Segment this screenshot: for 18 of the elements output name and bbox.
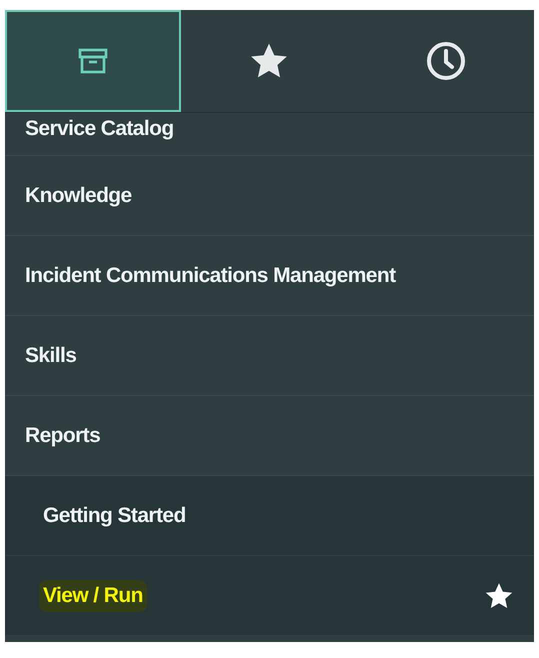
menu-label: Service Catalog [25, 117, 174, 141]
menu-label: Reports [25, 424, 100, 448]
clock-icon [424, 40, 467, 82]
menu-label: View / Run [39, 580, 147, 612]
archive-box-icon [78, 48, 108, 74]
menu-item[interactable]: Skills [5, 316, 534, 396]
submenu-item[interactable]: View / Run [5, 556, 534, 636]
menu-label: Skills [25, 344, 76, 368]
menu-label: Getting Started [43, 504, 186, 528]
navigator-tab[interactable] [5, 10, 182, 112]
star-icon[interactable] [484, 582, 514, 610]
star-icon [249, 42, 290, 80]
menu-label: Knowledge [25, 184, 132, 208]
menu-item[interactable]: Knowledge [5, 156, 534, 236]
menu-item[interactable]: Service Catalog [5, 113, 534, 156]
submenu-item[interactable]: Getting Started [5, 476, 534, 556]
menu-item[interactable]: Incident Communications Management [5, 236, 534, 316]
menu-label: Incident Communications Management [25, 264, 396, 288]
